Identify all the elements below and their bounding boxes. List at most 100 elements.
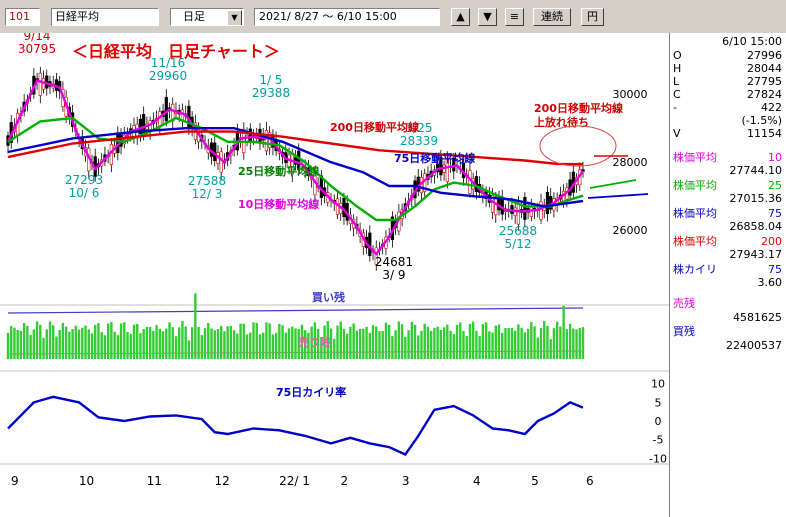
- volume-bar: [236, 333, 239, 359]
- volume-bar: [562, 305, 565, 359]
- x-tick-label: 9: [11, 474, 19, 488]
- ohlc-row: O 27996: [670, 49, 782, 62]
- ohlc-key: -: [673, 101, 677, 114]
- volume-bar: [136, 323, 139, 359]
- volume-bar: [578, 327, 581, 359]
- ohlc-value: 11154: [747, 127, 782, 140]
- ma-period: 10: [768, 151, 782, 164]
- down-button[interactable]: ▼: [478, 8, 497, 26]
- ohlc-value: 422: [761, 101, 782, 114]
- volume-bar: [142, 329, 145, 359]
- ohlc-key: L: [673, 75, 680, 88]
- period-select[interactable]: 日足 ▼: [170, 8, 244, 26]
- ohlc-key: O: [673, 49, 682, 62]
- volume-bar: [459, 322, 462, 359]
- volume-bar: [468, 323, 472, 359]
- volume-bar: [342, 329, 346, 359]
- volume-bar: [213, 330, 216, 359]
- volume-bar: [536, 337, 539, 359]
- volume-bar: [268, 323, 271, 359]
- date-range-field[interactable]: 2021/ 8/27 ～ 6/10 15:00: [254, 8, 440, 26]
- volume-bar: [132, 324, 136, 359]
- code-value: 101: [9, 10, 30, 23]
- ohlc-value: (-1.5%): [741, 114, 783, 127]
- volume-bar: [333, 338, 336, 359]
- volume-bar: [229, 325, 233, 359]
- sell-balance-name-row: 売残: [670, 297, 782, 310]
- chart-title: ＜日経平均 日足チャート＞: [72, 42, 280, 61]
- volume-bar: [287, 328, 291, 359]
- price-annotation: 27588: [188, 174, 226, 188]
- volume-bar: [371, 325, 375, 359]
- volume-bar: [433, 327, 436, 359]
- kairi-period: 75: [768, 263, 782, 276]
- ma-value: 27943.17: [729, 248, 783, 261]
- volume-bar: [207, 323, 210, 359]
- volume-bar: [19, 330, 23, 359]
- ohlc-value: 27795: [747, 75, 782, 88]
- volume-bar: [429, 330, 433, 359]
- x-tick-label: 5: [531, 474, 539, 488]
- volume-bar: [126, 331, 129, 359]
- volume-bar: [252, 322, 255, 359]
- price-annotation: 29960: [149, 69, 187, 83]
- volume-bar: [271, 334, 275, 359]
- volume-bar: [352, 323, 355, 359]
- volume-bar: [387, 324, 391, 359]
- volume-bar: [90, 333, 94, 359]
- volume-bar: [35, 321, 39, 359]
- volume-bar: [61, 322, 65, 359]
- volume-bar: [339, 321, 342, 359]
- volume-bar: [336, 325, 339, 359]
- volume-bar: [119, 323, 123, 359]
- yen-button[interactable]: 円: [581, 8, 604, 26]
- volume-bar: [397, 321, 401, 359]
- volume-bar: [200, 335, 204, 359]
- ohlc-value: 27996: [747, 49, 782, 62]
- price-annotation: 29388: [252, 86, 290, 100]
- ma-label-row: 株価平均 75: [670, 207, 782, 220]
- volume-bar: [22, 323, 26, 359]
- code-field[interactable]: 101: [5, 8, 40, 26]
- candle-body: [219, 151, 223, 173]
- volume-bar: [171, 327, 174, 359]
- price-annotation: 27293: [65, 173, 103, 187]
- volume-bar: [565, 329, 569, 359]
- volume-bar: [26, 325, 29, 359]
- volume-bar: [455, 324, 459, 359]
- volume-bar: [29, 334, 32, 359]
- candle-body: [494, 196, 498, 216]
- volume-bar: [549, 339, 552, 359]
- candle-body: [264, 130, 269, 152]
- volume-bar: [568, 323, 572, 359]
- volume-bar: [281, 325, 284, 359]
- volume-bar: [410, 321, 413, 359]
- volume-bar: [58, 329, 61, 359]
- ma-value-row: 27744.10: [670, 164, 783, 177]
- volume-bar: [87, 329, 90, 359]
- continuous-button[interactable]: 連続: [533, 8, 571, 26]
- up-button[interactable]: ▲: [451, 8, 470, 26]
- volume-bar: [110, 321, 113, 359]
- ohlc-value: 28044: [747, 62, 782, 75]
- ma-period: 200: [761, 235, 782, 248]
- volume-bar: [113, 331, 116, 359]
- ma-name: 株価平均: [673, 207, 717, 220]
- volume-bar: [484, 322, 488, 359]
- volume-bar: [481, 324, 485, 359]
- candle-body: [523, 196, 527, 220]
- volume-bar: [123, 322, 126, 359]
- name-field[interactable]: 日経平均: [51, 8, 159, 26]
- ohlc-row: C 27824: [670, 88, 782, 101]
- volume-bar: [100, 332, 103, 359]
- menu-button[interactable]: ≡: [505, 8, 524, 26]
- volume-bar: [404, 336, 407, 359]
- ma-value-row: 26858.04: [670, 220, 783, 233]
- ma-period: 25: [768, 179, 782, 192]
- volume-bar: [148, 327, 152, 359]
- volume-bar: [546, 325, 549, 359]
- volume-bar: [513, 330, 517, 359]
- chevron-down-icon[interactable]: ▼: [227, 10, 242, 25]
- volume-bar: [71, 329, 74, 359]
- volume-bar: [517, 324, 520, 359]
